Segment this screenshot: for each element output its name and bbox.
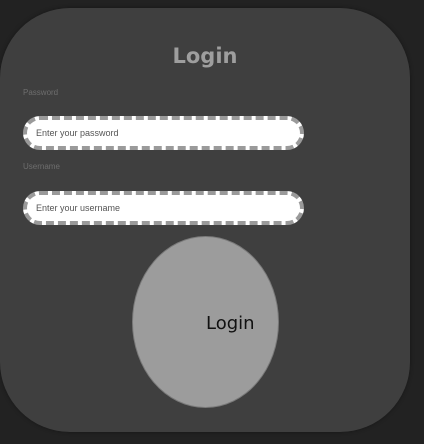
username-field[interactable] (23, 191, 304, 225)
login-button-label: Login (206, 313, 255, 334)
password-label: Password (23, 88, 59, 97)
page-title: Login (172, 44, 238, 68)
login-button[interactable]: Login (132, 236, 279, 408)
password-field[interactable] (23, 116, 304, 150)
username-label: Username (23, 162, 60, 171)
